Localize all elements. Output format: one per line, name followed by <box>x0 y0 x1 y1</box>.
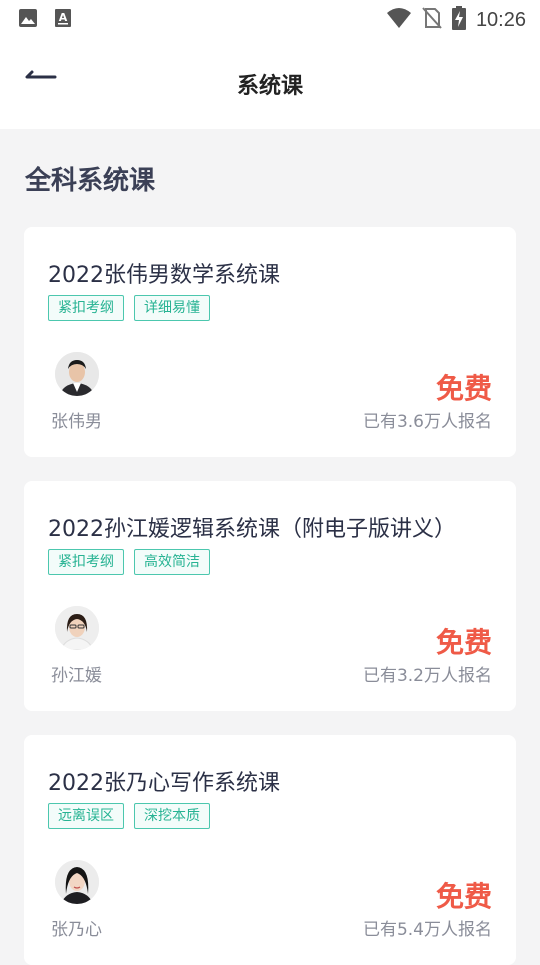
battery-charging-icon <box>451 6 466 34</box>
price-label: 免费 <box>435 880 492 913</box>
teacher-avatar <box>55 352 99 396</box>
price-label: 免费 <box>435 372 492 405</box>
image-icon <box>18 8 38 32</box>
teacher-name: 张乃心 <box>51 920 102 940</box>
course-title: 2022孙江媛逻辑系统课（附电子版讲义） <box>48 517 456 542</box>
price-label: 免费 <box>435 626 492 659</box>
no-sim-icon <box>422 7 442 33</box>
teacher-avatar <box>55 606 99 650</box>
course-title: 2022张乃心写作系统课 <box>48 771 280 796</box>
course-tags: 远离误区 深挖本质 <box>48 803 210 829</box>
app-header: 系统课 <box>0 40 540 129</box>
course-tag: 详细易懂 <box>134 295 210 321</box>
enroll-count: 已有5.4万人报名 <box>362 920 492 940</box>
course-tags: 紧扣考纲 详细易懂 <box>48 295 210 321</box>
course-title: 2022张伟男数学系统课 <box>48 263 280 288</box>
enroll-count: 已有3.6万人报名 <box>362 412 492 432</box>
section-title: 全科系统课 <box>25 166 156 196</box>
svg-text:A: A <box>59 11 68 24</box>
course-tag: 紧扣考纲 <box>48 549 124 575</box>
clock-time: 10:26 <box>475 8 526 31</box>
course-tag: 远离误区 <box>48 803 124 829</box>
course-card[interactable]: 2022张伟男数学系统课 紧扣考纲 详细易懂 张伟男 免费 已有3.6万人报名 <box>24 227 516 457</box>
page-title: 系统课 <box>236 74 303 99</box>
teacher-name: 张伟男 <box>51 412 102 432</box>
teacher-avatar <box>55 860 99 904</box>
enroll-count: 已有3.2万人报名 <box>362 666 492 686</box>
status-bar: A 10:26 <box>0 0 540 40</box>
course-card[interactable]: 2022张乃心写作系统课 远离误区 深挖本质 张乃心 免费 已有5.4万人报名 <box>24 735 516 965</box>
course-card[interactable]: 2022孙江媛逻辑系统课（附电子版讲义） 紧扣考纲 高效简洁 孙江媛 免费 已有… <box>24 481 516 711</box>
course-tag: 深挖本质 <box>134 803 210 829</box>
a-keyboard-icon: A <box>54 8 72 32</box>
course-tag: 紧扣考纲 <box>48 295 124 321</box>
wifi-icon <box>386 7 412 33</box>
teacher-name: 孙江媛 <box>51 666 102 686</box>
course-tags: 紧扣考纲 高效简洁 <box>48 549 210 575</box>
course-tag: 高效简洁 <box>134 549 210 575</box>
